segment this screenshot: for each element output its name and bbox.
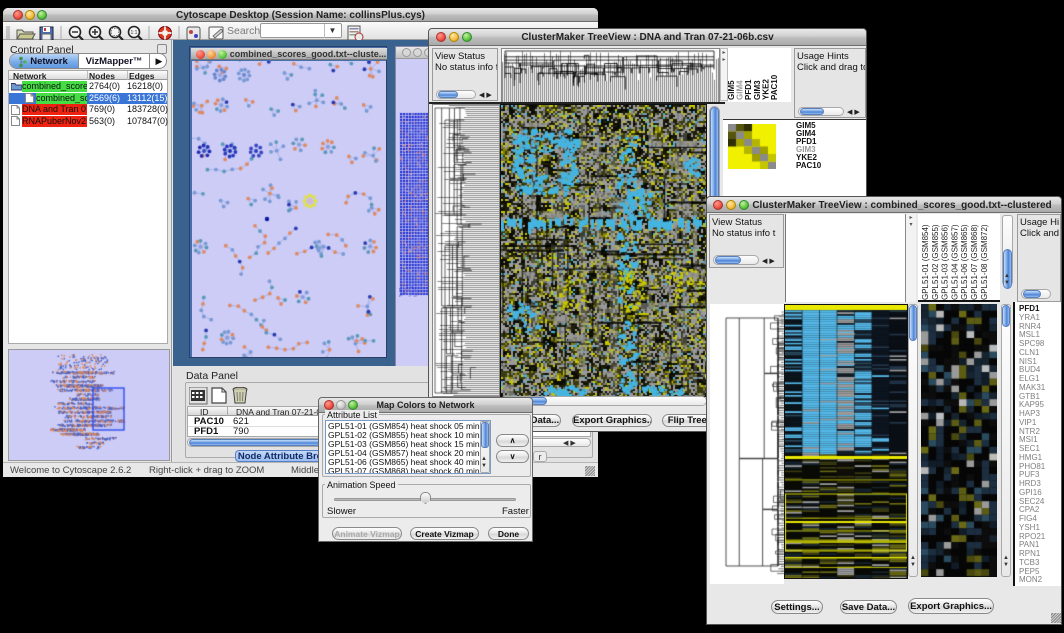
svg-text:GPL51-01 (GSM854): GPL51-01 (GSM854) [921,224,930,300]
svg-text:GPL51-03 (GSM856): GPL51-03 (GSM856) [941,224,950,300]
svg-text:PAC10: PAC10 [770,74,779,100]
svg-text:GPL51-06 (GSM865): GPL51-06 (GSM865) [960,224,969,300]
svg-text:GPL51-04 (GSM857): GPL51-04 (GSM857) [950,224,959,300]
svg-text:GPL51-07 (GSM868): GPL51-07 (GSM868) [970,224,979,300]
svg-text:1:1: 1:1 [131,30,138,36]
svg-text:GPL51-08 (GSM872): GPL51-08 (GSM872) [980,224,989,300]
svg-text:GPL51-02 (GSM855): GPL51-02 (GSM855) [931,224,940,300]
